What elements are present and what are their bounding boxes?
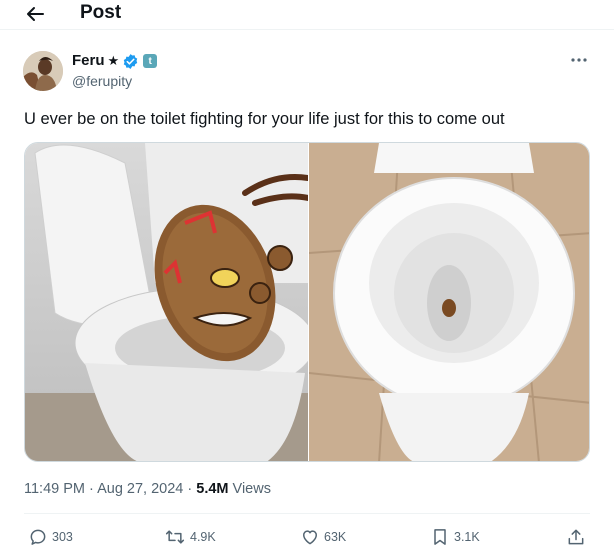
post-date[interactable]: Aug 27, 2024: [97, 481, 183, 497]
reply-icon: [30, 529, 46, 545]
post-timestamp: 11:49 PM · Aug 27, 2024 · 5.4M Views: [24, 479, 271, 499]
heart-icon: [303, 530, 317, 545]
media-image-right[interactable]: [309, 143, 589, 461]
author-name-row: Feru ★ t: [72, 51, 158, 71]
like-count: 63K: [324, 530, 347, 544]
tweet-text: U ever be on the toilet fighting for you…: [24, 110, 505, 128]
repost-button[interactable]: 4.9K: [164, 525, 216, 549]
post-header: Post: [0, 0, 614, 30]
back-button[interactable]: [22, 2, 48, 26]
arrow-left-icon: [27, 7, 44, 21]
share-icon: [568, 529, 584, 545]
tweet-media[interactable]: [24, 142, 590, 462]
action-bar: 303 4.9K 63K 3.1K: [24, 523, 590, 551]
bookmark-button[interactable]: 3.1K: [430, 525, 480, 549]
more-options-button[interactable]: [568, 50, 590, 70]
reply-button[interactable]: 303: [28, 525, 73, 549]
reply-count: 303: [52, 530, 73, 544]
share-button[interactable]: [566, 525, 586, 549]
repost-icon: [165, 530, 185, 544]
post-time[interactable]: 11:49 PM: [24, 481, 85, 497]
author-handle[interactable]: @ferupity: [72, 72, 132, 90]
avatar[interactable]: [23, 51, 63, 91]
views-count: 5.4M: [196, 481, 229, 497]
repost-count: 4.9K: [190, 530, 216, 544]
bookmark-count: 3.1K: [454, 530, 480, 544]
meta-separator: ·: [183, 481, 197, 497]
media-image-left[interactable]: [25, 143, 308, 461]
bookmark-icon: [434, 529, 446, 545]
display-name[interactable]: Feru: [72, 51, 105, 71]
affiliate-badge-icon[interactable]: t: [143, 54, 158, 68]
verified-badge-icon: [123, 53, 138, 69]
like-button[interactable]: 63K: [300, 525, 346, 549]
star-symbol: ★: [107, 53, 120, 68]
meta-separator: ·: [85, 481, 98, 497]
views-label: Views: [228, 481, 271, 497]
divider: [24, 513, 590, 514]
more-dots-icon: [571, 58, 587, 62]
page-title: Post: [80, 2, 122, 23]
